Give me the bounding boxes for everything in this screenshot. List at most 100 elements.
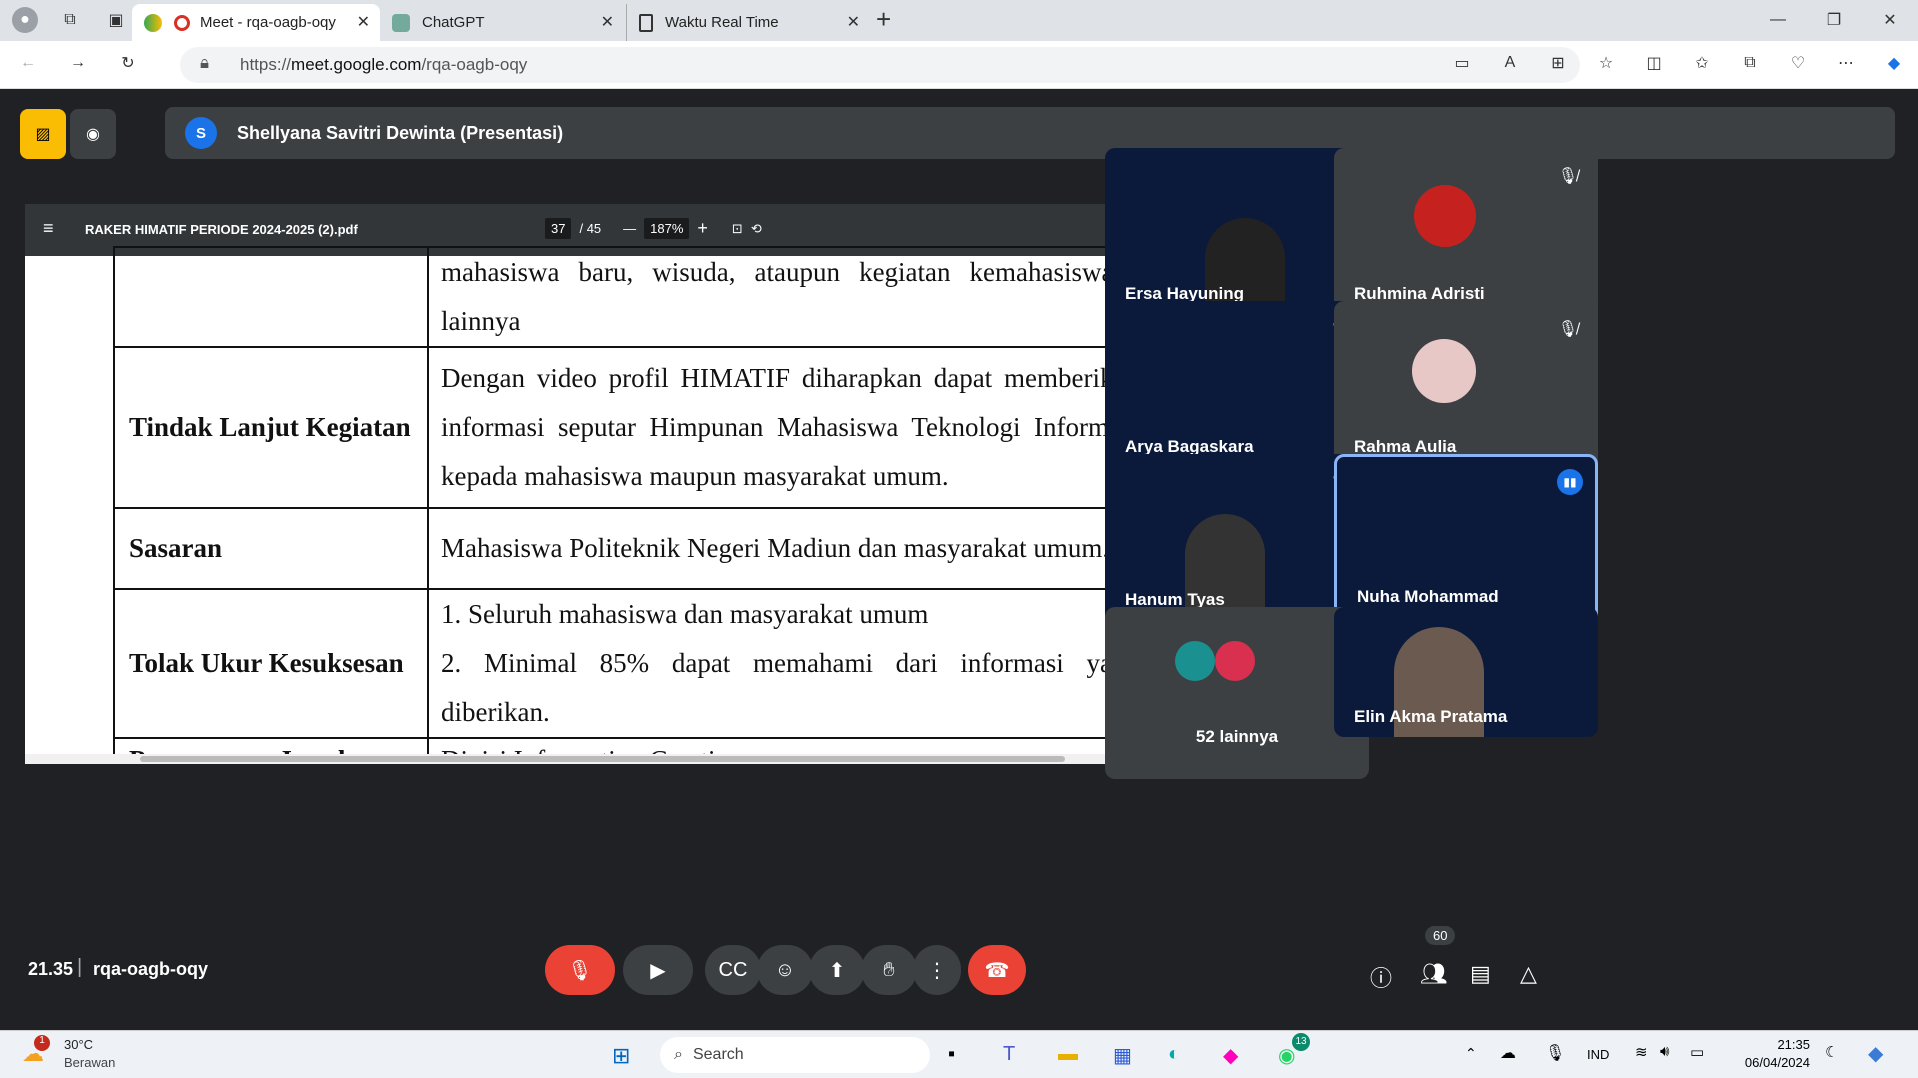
avatar <box>1175 641 1215 681</box>
input-language[interactable]: IND <box>1587 1047 1609 1062</box>
row-key: Tindak Lanjut Kegiatan <box>113 346 429 509</box>
clock-date[interactable]: 06/04/2024 <box>1736 1055 1810 1070</box>
favorite-icon[interactable]: ☆ <box>1592 49 1620 77</box>
favorites-icon[interactable]: ✩ <box>1688 49 1716 77</box>
app-available-icon[interactable]: ⊞ <box>1544 49 1572 77</box>
wifi-icon[interactable]: ≋ <box>1635 1043 1648 1061</box>
copilot-preview-icon[interactable]: ◆ <box>1868 1041 1883 1066</box>
taskbar-search[interactable]: ⌕ Search <box>660 1037 930 1073</box>
table-row: mahasiswa baru, wisuda, ataupun kegiatan… <box>113 246 1153 348</box>
tab-label: Waktu Real Time <box>665 14 779 31</box>
url-field[interactable]: 🔒︎ https://meet.google.com/rqa-oagb-oqy <box>180 47 1580 83</box>
explorer-icon[interactable]: ▬ <box>1058 1043 1078 1066</box>
address-bar-row: ← → ↻ 🔒︎ https://meet.google.com/rqa-oag… <box>0 41 1918 89</box>
battery-icon[interactable]: ▭ <box>1690 1043 1704 1061</box>
workspaces-icon[interactable]: ⧉ <box>56 6 84 34</box>
new-tab-button[interactable]: + <box>876 4 891 35</box>
participant-tile[interactable]: Elin Akma Pratama <box>1334 607 1598 737</box>
teams-icon[interactable]: T <box>1003 1043 1015 1066</box>
close-window-button[interactable]: ✕ <box>1862 0 1918 40</box>
store-icon[interactable]: ▦ <box>1113 1043 1132 1068</box>
tab-actions-icon[interactable]: ▣ <box>102 6 130 34</box>
present-button[interactable]: ⬆ <box>809 945 865 995</box>
others-tile[interactable]: 52 lainnya <box>1105 607 1369 779</box>
raise-hand-button[interactable]: ✋︎ <box>861 945 917 995</box>
participant-tile[interactable]: ▮▮ Nuha Mohammad <box>1334 454 1598 626</box>
task-view-icon[interactable]: ▪ <box>948 1043 955 1066</box>
forward-icon[interactable]: → <box>64 49 92 77</box>
mic-off-icon: 🎙︎̸ <box>1557 168 1578 185</box>
stop-presenting-icon[interactable]: ▨ <box>20 109 66 159</box>
refresh-icon[interactable]: ↻ <box>114 49 142 77</box>
tab-waktu[interactable]: Waktu Real Time ✕ <box>626 4 870 41</box>
temperature: 30°C <box>64 1037 94 1052</box>
collections-icon[interactable]: ⧉ <box>1736 49 1764 77</box>
minimize-button[interactable]: — <box>1750 0 1806 40</box>
split-screen-icon[interactable]: ◫ <box>1640 49 1668 77</box>
participant-tile[interactable]: Ersa Hayuning <box>1105 148 1369 320</box>
chat-icon[interactable]: ▤ <box>1470 961 1491 987</box>
back-icon[interactable]: ← <box>14 49 42 77</box>
view-icon[interactable]: ◉ <box>70 109 116 159</box>
browser-essentials-icon[interactable]: ♡ <box>1784 49 1812 77</box>
people-icon[interactable]: 👥︎ <box>1420 961 1448 987</box>
page-total: / 45 <box>579 221 602 236</box>
reactions-button[interactable]: ☺ <box>757 945 813 995</box>
menu-icon[interactable]: ≡ <box>43 218 54 239</box>
participant-name: Elin Akma Pratama <box>1354 707 1508 726</box>
avatar <box>1412 339 1476 403</box>
close-icon[interactable]: ✕ <box>601 12 614 32</box>
profile-icon[interactable]: ● <box>12 7 38 33</box>
captions-button[interactable]: CC <box>705 945 761 995</box>
row-key: Sasaran <box>113 507 429 590</box>
avatar <box>1215 641 1255 681</box>
more-icon: ⋮ <box>927 959 947 982</box>
zoom-out-icon[interactable]: — <box>623 221 636 236</box>
mic-icon[interactable]: 🎙︎ <box>1545 1043 1565 1063</box>
lock-icon: 🔒︎ <box>200 53 210 72</box>
more-options-button[interactable]: ⋮ <box>913 945 961 995</box>
edge-icon[interactable]: ◐ <box>1168 1043 1180 1066</box>
camera-button[interactable]: ▶︎ <box>623 945 693 995</box>
participant-tile[interactable]: 🎙︎̸ Arya Bagaskara <box>1105 301 1369 473</box>
activities-icon[interactable]: △ <box>1520 961 1537 987</box>
read-aloud-icon[interactable]: A <box>1496 49 1524 77</box>
zoom-in-icon[interactable]: + <box>697 218 708 239</box>
close-icon[interactable]: ✕ <box>357 12 370 32</box>
restore-button[interactable]: ❐ <box>1806 0 1862 40</box>
avatar: S <box>185 117 217 149</box>
volume-icon[interactable]: 🔊︎ <box>1660 1043 1669 1060</box>
participant-tile[interactable]: 🎙︎̸ Hanum Tyas <box>1105 454 1369 626</box>
copilot-taskbar-icon[interactable]: ◆ <box>1223 1043 1238 1068</box>
clock-time[interactable]: 21:35 <box>1746 1037 1810 1052</box>
copilot-icon[interactable]: ◆ <box>1880 49 1908 77</box>
rotate-icon[interactable]: ⟲ <box>751 221 762 237</box>
leave-call-button[interactable]: ☎︎ <box>968 945 1026 995</box>
close-icon[interactable]: ✕ <box>847 12 860 32</box>
url-path: /rqa-oagb-oqy <box>421 55 528 74</box>
tab-label: Meet - rqa-oagb-oqy <box>200 14 336 31</box>
search-icon: ⌕ <box>674 1046 683 1063</box>
info-icon[interactable]: ⓘ <box>1370 961 1392 993</box>
more-icon[interactable]: ⋯ <box>1832 49 1860 77</box>
notification-badge: 13 <box>1292 1033 1310 1051</box>
start-icon[interactable]: ⊞ <box>612 1043 630 1069</box>
page-icon <box>639 13 653 32</box>
page-input[interactable]: 37 <box>545 218 572 239</box>
participant-tile[interactable]: 🎙︎̸ Rahma Aulia <box>1334 301 1598 473</box>
weather-text: Berawan <box>64 1055 116 1070</box>
fit-page-icon[interactable]: ⊡ <box>732 221 743 237</box>
camera-icon[interactable]: ▭ <box>1448 49 1476 77</box>
focus-icon[interactable]: ☾ <box>1825 1043 1838 1061</box>
row-value: Dengan video profil HIMATIF diharapkan d… <box>427 346 1153 509</box>
onedrive-icon[interactable]: ☁ <box>1500 1043 1516 1063</box>
windows-taskbar: ☁ 1 30°C Berawan ⊞ ⌕ Search ▪ T ▬ ▦ ◐ ◆ ◉… <box>0 1030 1918 1078</box>
call-controls: 21.35 | rqa-oagb-oqy 🎙︎ ▶︎ CC ☺ ⬆ ✋︎ ⋮ ☎… <box>5 926 1913 1014</box>
mic-button[interactable]: 🎙︎ <box>545 945 615 995</box>
zoom-input[interactable]: 187% <box>644 218 690 239</box>
row-key: Tolak Ukur Kesuksesan <box>113 588 429 739</box>
participant-tile[interactable]: 🎙︎̸ Ruhmina Adristi <box>1334 148 1598 320</box>
chevron-up-icon[interactable]: ⌃ <box>1465 1045 1477 1062</box>
tab-chatgpt[interactable]: ChatGPT ✕ <box>380 4 624 41</box>
tab-meet[interactable]: Meet - rqa-oagb-oqy ✕ <box>132 4 380 41</box>
